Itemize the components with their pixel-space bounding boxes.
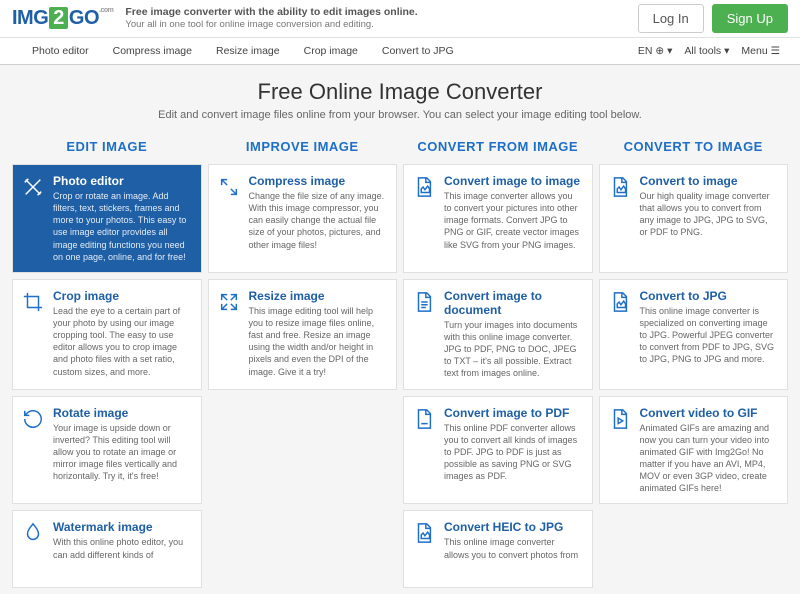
crop-icon [21,290,45,314]
tool-card[interactable]: Convert video to GIF Animated GIFs are am… [599,396,789,505]
rotate-icon [21,407,45,431]
card-desc: Your image is upside down or inverted? T… [53,422,191,483]
tool-card[interactable]: Convert image to image This image convert… [403,164,593,273]
tool-card[interactable]: Resize image This image editing tool will… [208,279,398,390]
file-img-icon [412,175,436,199]
column-header: CONVERT FROM IMAGE [403,131,593,164]
hero: Free Online Image Converter Edit and con… [0,65,800,131]
header: IMG2GO.com Free image converter with the… [0,0,800,38]
file-img-icon [608,175,632,199]
crossed-tools-icon [21,175,45,199]
tool-card[interactable]: Convert to image Our high quality image c… [599,164,789,273]
card-desc: Lead the eye to a certain part of your p… [53,305,191,378]
nav: Photo editorCompress imageResize imageCr… [0,38,800,65]
card-desc: Our high quality image converter that al… [640,190,778,239]
file-img-icon [608,290,632,314]
tool-card[interactable]: Compress image Change the file size of an… [208,164,398,273]
tagline: Free image converter with the ability to… [125,6,417,32]
card-desc: This image converter allows you to conve… [444,190,582,251]
watermark-icon [21,521,45,545]
resize-icon [217,290,241,314]
tool-card[interactable]: Convert image to PDF This online PDF conv… [403,396,593,505]
card-desc: Animated GIFs are amazing and now you ca… [640,422,778,495]
card-title: Convert image to image [444,174,582,188]
file-video-icon [608,407,632,431]
menu-icon: ☰ [771,45,780,57]
column-header: IMPROVE IMAGE [208,131,398,164]
lang-selector[interactable]: EN ⊕ ▾ [638,45,673,57]
card-title: Convert to image [640,174,778,188]
menu[interactable]: Menu ☰ [741,45,780,57]
nav-item[interactable]: Compress image [101,38,204,64]
nav-item[interactable]: Crop image [292,38,370,64]
signup-button[interactable]: Sign Up [712,4,788,33]
card-desc: This image editing tool will help you to… [249,305,387,378]
page-subtitle: Edit and convert image files online from… [0,109,800,121]
card-title: Photo editor [53,174,191,188]
chevron-down-icon: ▾ [667,45,672,57]
login-button[interactable]: Log In [638,4,704,33]
file-img-icon [412,521,436,545]
card-title: Convert image to PDF [444,406,582,420]
card-desc: This online PDF converter allows you to … [444,422,582,483]
tool-card[interactable]: Rotate image Your image is upside down or… [12,396,202,505]
tool-card[interactable]: Photo editor Crop or rotate an image. Add… [12,164,202,273]
tool-card[interactable]: Watermark image With this online photo ed… [12,510,202,588]
page-title: Free Online Image Converter [0,79,800,105]
column-header: EDIT IMAGE [12,131,202,164]
nav-item[interactable]: Convert to JPG [370,38,466,64]
card-title: Convert image to document [444,289,582,317]
card-title: Convert to JPG [640,289,778,303]
nav-item[interactable]: Photo editor [20,38,101,64]
all-tools[interactable]: All tools ▾ [684,45,729,57]
chevron-down-icon: ▾ [724,45,729,57]
compress-icon [217,175,241,199]
card-desc: Turn your images into documents with thi… [444,319,582,380]
tool-card[interactable]: Convert HEIC to JPG This online image con… [403,510,593,588]
card-title: Rotate image [53,406,191,420]
file-doc-icon [412,290,436,314]
card-desc: This online image converter is specializ… [640,305,778,366]
card-title: Convert video to GIF [640,406,778,420]
column-header: CONVERT TO IMAGE [599,131,789,164]
tool-grid: EDIT IMAGEIMPROVE IMAGECONVERT FROM IMAG… [0,131,800,594]
tool-card[interactable]: Convert image to documentTurn your image… [403,279,593,390]
card-title: Compress image [249,174,387,188]
file-pdf-icon [412,407,436,431]
tool-card[interactable]: Crop image Lead the eye to a certain part… [12,279,202,390]
tool-card[interactable]: Convert to JPG This online image converte… [599,279,789,390]
logo[interactable]: IMG2GO.com [12,7,113,30]
card-desc: This online image converter allows you t… [444,536,582,560]
nav-item[interactable]: Resize image [204,38,292,64]
card-title: Resize image [249,289,387,303]
card-title: Crop image [53,289,191,303]
card-desc: With this online photo editor, you can a… [53,536,191,560]
card-title: Watermark image [53,520,191,534]
card-desc: Change the file size of any image. With … [249,190,387,251]
card-desc: Crop or rotate an image. Add filters, te… [53,190,191,263]
card-title: Convert HEIC to JPG [444,520,582,534]
